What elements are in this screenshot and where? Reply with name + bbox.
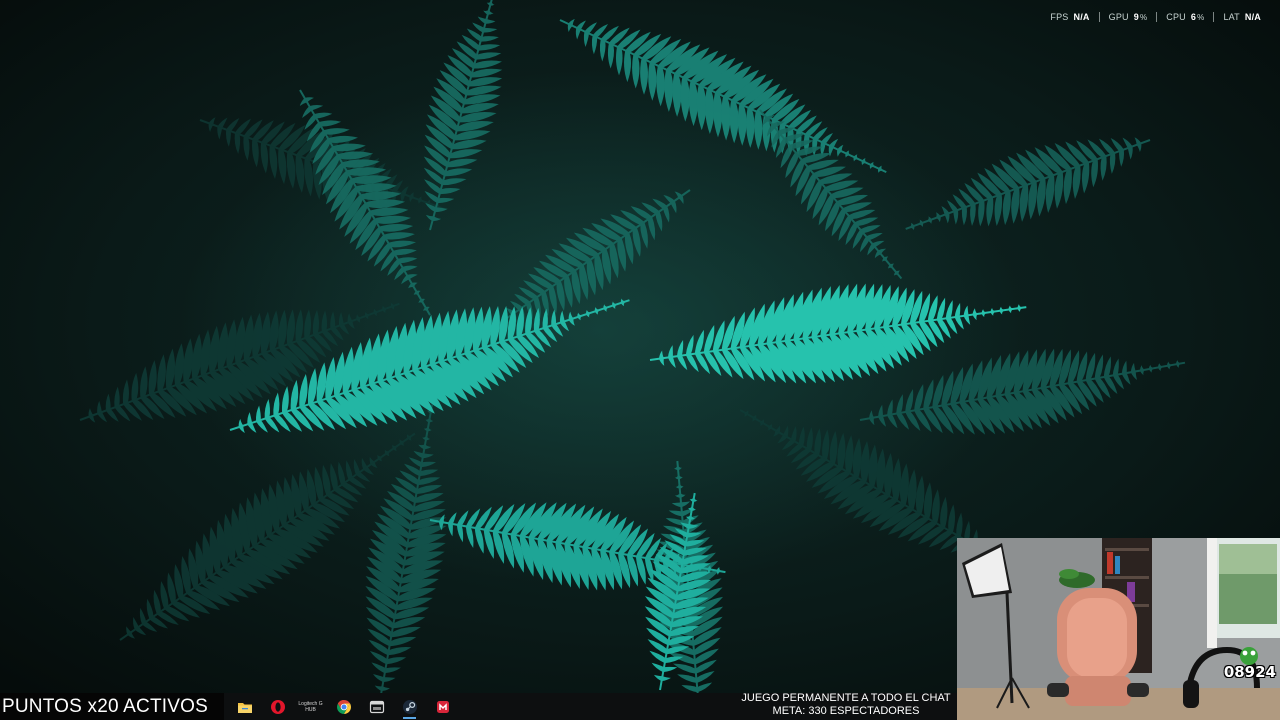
desktop: FPS N/A GPU 9 % CPU 6 % LAT N/A PUNTOS x… (0, 0, 1280, 720)
chrome-icon[interactable] (327, 695, 360, 719)
performance-overlay: FPS N/A GPU 9 % CPU 6 % LAT N/A (1041, 12, 1270, 22)
perf-gpu-label: GPU (1108, 12, 1129, 22)
perf-fps: FPS N/A (1041, 12, 1098, 22)
perf-fps-label: FPS (1050, 12, 1069, 22)
viewer-counter: 08924 (1223, 663, 1276, 681)
chat-message-line-1: JUEGO PERMANENTE A TODO EL CHAT (741, 692, 951, 704)
perf-gpu-unit: % (1139, 12, 1148, 22)
points-banner-text: PUNTOS x20 ACTIVOS (2, 695, 208, 717)
logitech-ghub-icon[interactable]: Logitech G HUB (294, 695, 327, 719)
taskbar-pinned-apps: Logitech G HUB (228, 695, 459, 719)
perf-cpu: CPU 6 % (1156, 12, 1213, 22)
chat-message-line-2: META: 330 ESPECTADORES (772, 705, 920, 717)
points-banner: PUNTOS x20 ACTIVOS (0, 693, 224, 720)
perf-lat-label: LAT (1223, 12, 1240, 22)
perf-lat: LAT N/A (1213, 12, 1270, 22)
red-app-icon[interactable] (426, 695, 459, 719)
perf-gpu-value: 9 (1133, 12, 1139, 22)
perf-lat-value: N/A (1244, 12, 1261, 22)
perf-cpu-unit: % (1197, 12, 1205, 22)
webcam-feed: 08924 (957, 538, 1280, 720)
chat-message-overlay: JUEGO PERMANENTE A TODO EL CHAT META: 33… (728, 692, 964, 720)
webcam-scene (957, 538, 1280, 720)
file-explorer-icon[interactable] (228, 695, 261, 719)
steam-icon[interactable] (393, 695, 426, 719)
perf-fps-value: N/A (1073, 12, 1090, 22)
opera-icon[interactable] (261, 695, 294, 719)
app-window-icon[interactable] (360, 695, 393, 719)
perf-gpu: GPU 9 % (1098, 12, 1157, 22)
logitech-ghub-label: Logitech G HUB (298, 701, 323, 713)
perf-cpu-value: 6 (1190, 12, 1197, 22)
perf-cpu-label: CPU (1166, 12, 1186, 22)
